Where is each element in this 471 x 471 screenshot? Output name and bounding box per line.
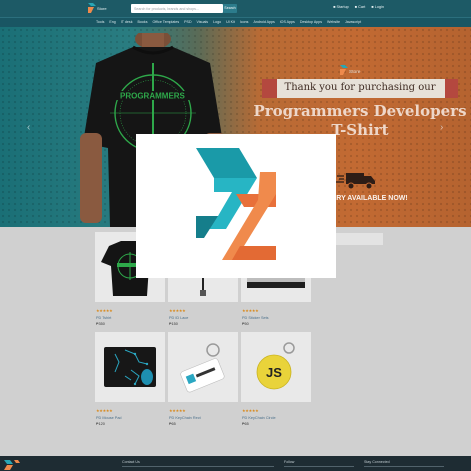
nav-item-website[interactable]: Website	[327, 20, 340, 24]
product-name[interactable]: PD Sticker Sets	[242, 316, 269, 320]
product-price: ₱120	[96, 422, 105, 426]
product-price: ₱350	[96, 322, 105, 326]
store-logo[interactable]: Store	[88, 3, 114, 15]
banner-store-logo: Store	[340, 65, 370, 79]
thanks-text: Thank you for purchasing our	[284, 82, 436, 93]
login-icon: ■	[371, 5, 374, 9]
nav-item-psd[interactable]: PSD	[184, 20, 191, 24]
footer-divider	[284, 466, 354, 467]
category-nav: Tools Eng IT desk Books Office Templates…	[0, 17, 471, 27]
product-card[interactable]	[95, 332, 165, 402]
nav-item-eng[interactable]: Eng	[109, 20, 115, 24]
search-input[interactable]: Search for products, brands and shops...	[131, 4, 223, 13]
product-card[interactable]: JS	[241, 332, 311, 402]
rating-stars: ★★★★★	[242, 408, 259, 413]
footer-stay-connected-heading: Stay Connected	[364, 460, 390, 464]
rating-stars: ★★★★★	[169, 408, 186, 413]
user-icon: ■	[333, 5, 336, 9]
footer-contact-heading: Contact Us	[122, 460, 140, 464]
delivery-text: IVERY AVAILABLE NOW!	[325, 195, 408, 202]
login-link[interactable]: ■ Login	[371, 5, 384, 9]
top-bar: Store Search for products, brands and sh…	[0, 0, 471, 17]
nav-item-javascript[interactable]: Javascript	[345, 20, 361, 24]
truck-icon	[336, 173, 375, 190]
startup-link-label: Startup	[336, 5, 349, 9]
store-logo-icon	[88, 3, 96, 13]
nav-item-visuals[interactable]: Visuals	[197, 20, 209, 24]
nav-item-books[interactable]: Books	[138, 20, 148, 24]
startup-link[interactable]: ■ Startup	[333, 5, 349, 9]
nav-item-it-desk[interactable]: IT desk	[121, 20, 133, 24]
cart-link[interactable]: ■ Cart	[355, 5, 366, 9]
cart-icon: ■	[354, 5, 358, 9]
product-price: ₱150	[169, 322, 178, 326]
nav-item-desktop-apps[interactable]: Desktop Apps	[300, 20, 322, 24]
product-name[interactable]: PD KeyChain Circle	[242, 416, 276, 420]
chevron-left-icon[interactable]: ‹	[27, 122, 30, 133]
nav-item-icons[interactable]: Icons	[240, 20, 249, 24]
store-brand-text: Store	[97, 6, 107, 11]
pd-loading-logo-icon	[196, 148, 276, 260]
sort-bar[interactable]	[328, 233, 383, 245]
rating-stars: ★★★★★	[242, 308, 259, 313]
nav-item-ui-kit[interactable]: UI Kit	[226, 20, 235, 24]
footer-logo-icon	[4, 460, 20, 470]
product-name[interactable]: PD ID Lace	[169, 316, 188, 320]
nav-item-ios-apps[interactable]: iOS Apps	[280, 20, 295, 24]
product-card[interactable]	[168, 332, 238, 402]
product-image-mouse-pad	[104, 347, 156, 387]
product-name[interactable]: PD Mouse Pad	[96, 416, 122, 420]
rating-stars: ★★★★★	[169, 308, 186, 313]
footer-divider	[364, 466, 444, 467]
login-link-label: Login	[374, 5, 384, 9]
product-image-keychain-circle: JS	[256, 342, 295, 390]
shirt-print-text: PROGRAMMERS	[120, 92, 186, 101]
product-name[interactable]: PD Tshirt	[96, 316, 111, 320]
rating-stars: ★★★★★	[96, 408, 113, 413]
cart-link-label: Cart	[358, 5, 366, 9]
nav-item-android-apps[interactable]: Android Apps	[253, 20, 274, 24]
search-button[interactable]: Search	[223, 4, 237, 13]
product-price: ₱65	[242, 422, 249, 426]
nav-item-tools[interactable]: Tools	[96, 20, 104, 24]
keychain-js-text: JS	[266, 365, 282, 380]
store-logo-icon	[340, 65, 348, 75]
product-image-keychain-rect	[180, 343, 225, 393]
footer: Contact Us Follow Stay Connected	[0, 456, 471, 471]
loading-logo-modal	[136, 134, 336, 278]
footer-follow-heading: Follow	[284, 460, 295, 464]
rating-stars: ★★★★★	[96, 308, 113, 313]
footer-divider	[122, 466, 274, 467]
product-price: ₱50	[242, 322, 249, 326]
banner-title-line1: Programmers Developers	[253, 102, 467, 120]
top-links: ■ Startup ■ Cart ■ Login	[333, 5, 384, 9]
banner-brand-text: Store	[349, 70, 361, 75]
nav-item-office-templates[interactable]: Office Templates	[153, 20, 180, 24]
product-name[interactable]: PD KeyChain Rect	[169, 416, 201, 420]
nav-item-logo[interactable]: Logo	[213, 20, 221, 24]
product-price: ₱65	[169, 422, 176, 426]
